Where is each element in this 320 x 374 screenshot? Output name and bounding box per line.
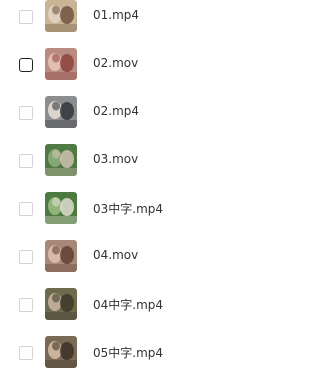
file-row[interactable]: 05中字.mp4 (0, 334, 288, 374)
file-checkbox[interactable] (19, 202, 33, 216)
video-thumbnail[interactable] (45, 336, 77, 368)
file-row[interactable]: 03.mov (0, 142, 288, 182)
file-row[interactable]: 04.mov (0, 238, 288, 278)
file-row[interactable]: 01.mp4 (0, 0, 288, 38)
file-checkbox[interactable] (19, 346, 33, 360)
file-name[interactable]: 05中字.mp4 (93, 344, 163, 361)
file-name[interactable]: 02.mov (93, 56, 138, 70)
file-row[interactable]: 03中字.mp4 (0, 190, 288, 230)
video-thumbnail[interactable] (45, 0, 77, 32)
file-name[interactable]: 03.mov (93, 152, 138, 166)
file-name[interactable]: 04.mov (93, 248, 138, 262)
video-thumbnail[interactable] (45, 240, 77, 272)
file-checkbox[interactable] (19, 250, 33, 264)
file-name[interactable]: 03中字.mp4 (93, 200, 163, 217)
file-checkbox[interactable] (19, 154, 33, 168)
video-thumbnail[interactable] (45, 192, 77, 224)
video-thumbnail[interactable] (45, 288, 77, 320)
file-name[interactable]: 04中字.mp4 (93, 296, 163, 313)
file-checkbox[interactable] (19, 58, 33, 72)
file-name[interactable]: 02.mp4 (93, 104, 139, 118)
file-checkbox[interactable] (19, 10, 33, 24)
video-thumbnail[interactable] (45, 48, 77, 80)
file-checkbox[interactable] (19, 298, 33, 312)
video-thumbnail[interactable] (45, 96, 77, 128)
file-name[interactable]: 01.mp4 (93, 8, 139, 22)
file-row[interactable]: 04中字.mp4 (0, 286, 288, 326)
video-thumbnail[interactable] (45, 144, 77, 176)
file-list: 01.mp4 02.mov 02.mp4 03.mov 03中字.mp4 04.mov 04… (0, 0, 288, 373)
file-row[interactable]: 02.mov (0, 46, 288, 86)
file-checkbox[interactable] (19, 106, 33, 120)
file-row[interactable]: 02.mp4 (0, 94, 288, 134)
